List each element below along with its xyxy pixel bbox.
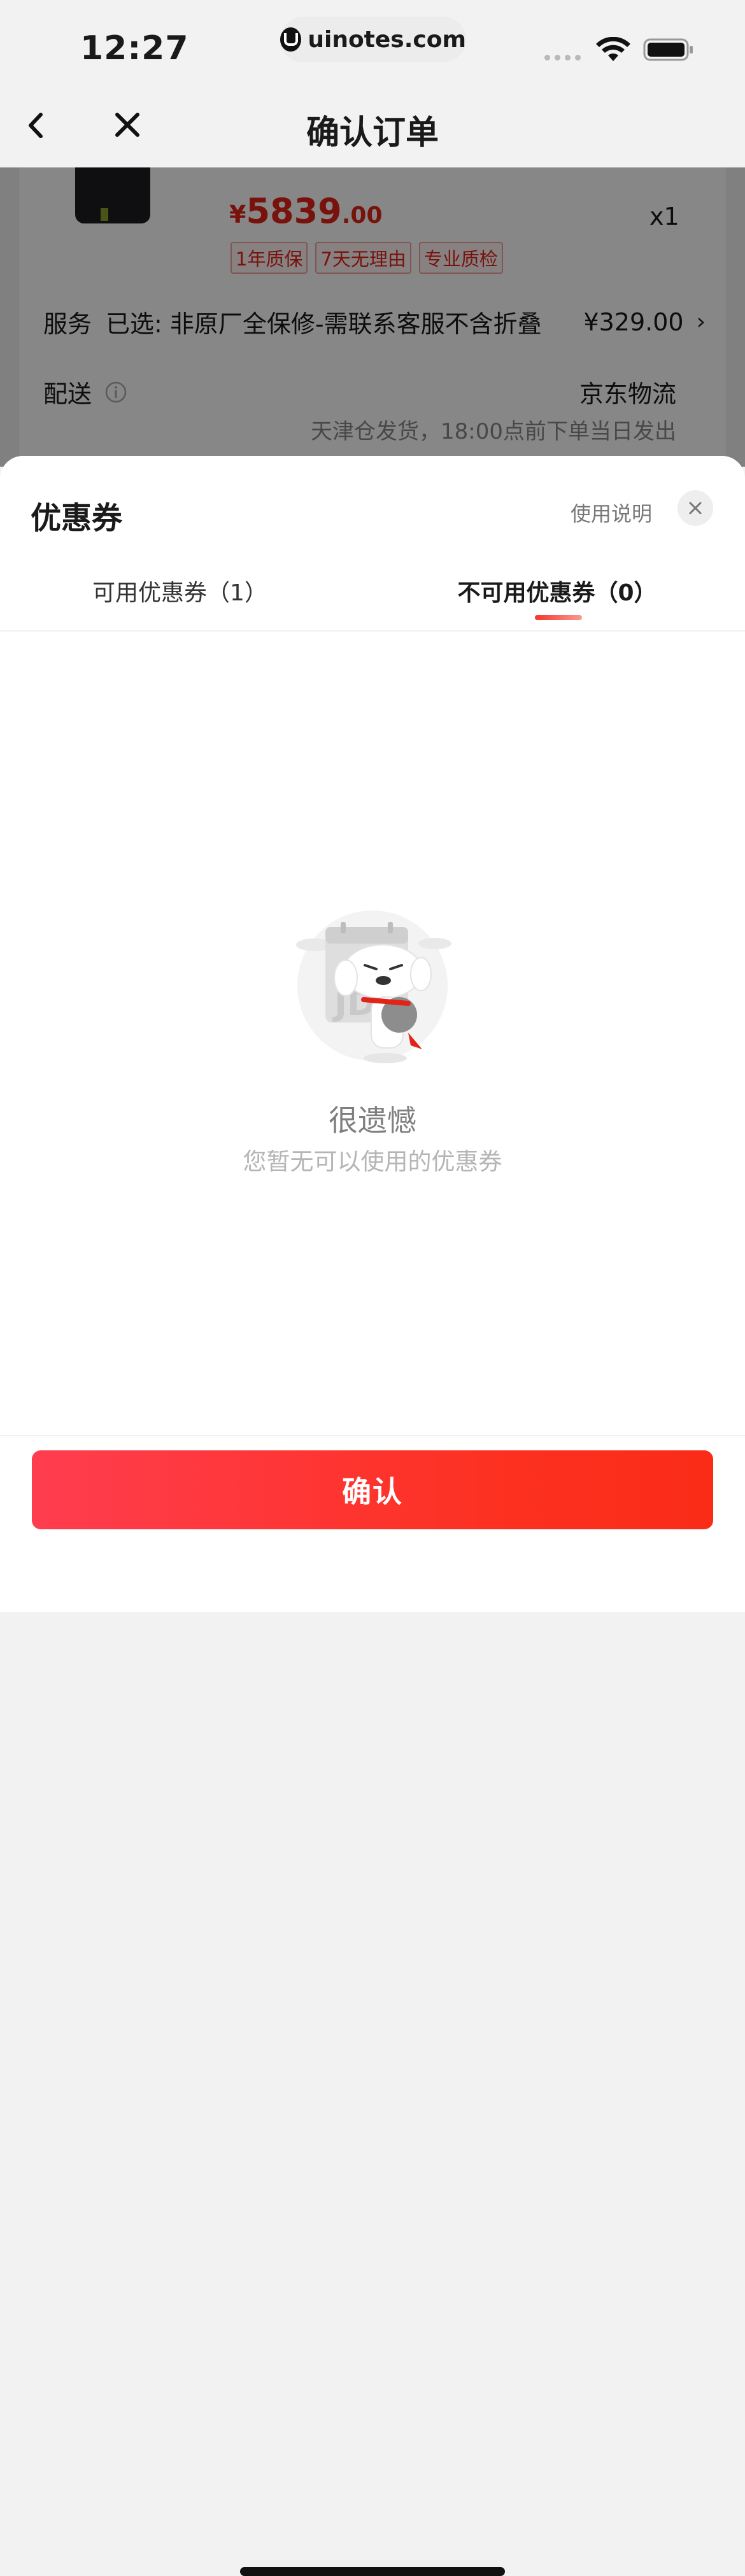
- url-text: uinotes.com: [308, 26, 466, 53]
- cellular-signal-icon: [544, 55, 581, 60]
- empty-state-title: 很遗憾: [329, 1103, 416, 1138]
- confirm-button[interactable]: 确认: [32, 1450, 713, 1529]
- home-indicator: [240, 2567, 505, 2576]
- sheet-footer: 确认: [0, 1435, 745, 2576]
- close-icon: [689, 502, 702, 514]
- status-time: 12:27: [80, 29, 189, 67]
- tab-available-coupons[interactable]: 可用优惠券（1）: [0, 574, 360, 607]
- empty-state-subtitle: 您暂无可以使用的优惠券: [243, 1148, 502, 1175]
- coupon-sheet: 优惠券 使用说明 可用优惠券（1） 不可用优惠券（0） JD 很遗憾 您暂无可以…: [0, 456, 745, 2576]
- battery-icon: [643, 38, 693, 61]
- usage-instructions-link[interactable]: 使用说明: [571, 498, 652, 527]
- active-tab-indicator: [535, 615, 582, 620]
- modal-backdrop[interactable]: [0, 167, 745, 467]
- sheet-title: 优惠券: [31, 500, 123, 536]
- sheet-close-button[interactable]: [678, 490, 713, 526]
- coupon-tabs: 可用优惠券（1） 不可用优惠券（0）: [0, 567, 745, 632]
- empty-state-illustration: JD: [296, 910, 451, 1063]
- status-bar: 12:27 uinotes.com: [0, 0, 745, 83]
- wifi-icon: [596, 37, 630, 61]
- tab-unavailable-coupons[interactable]: 不可用优惠券（0）: [369, 574, 745, 607]
- site-logo-icon: [280, 27, 302, 52]
- url-pill[interactable]: uinotes.com: [280, 17, 466, 62]
- page-title: 确认订单: [306, 114, 439, 152]
- nav-bar: 确认订单: [0, 83, 745, 167]
